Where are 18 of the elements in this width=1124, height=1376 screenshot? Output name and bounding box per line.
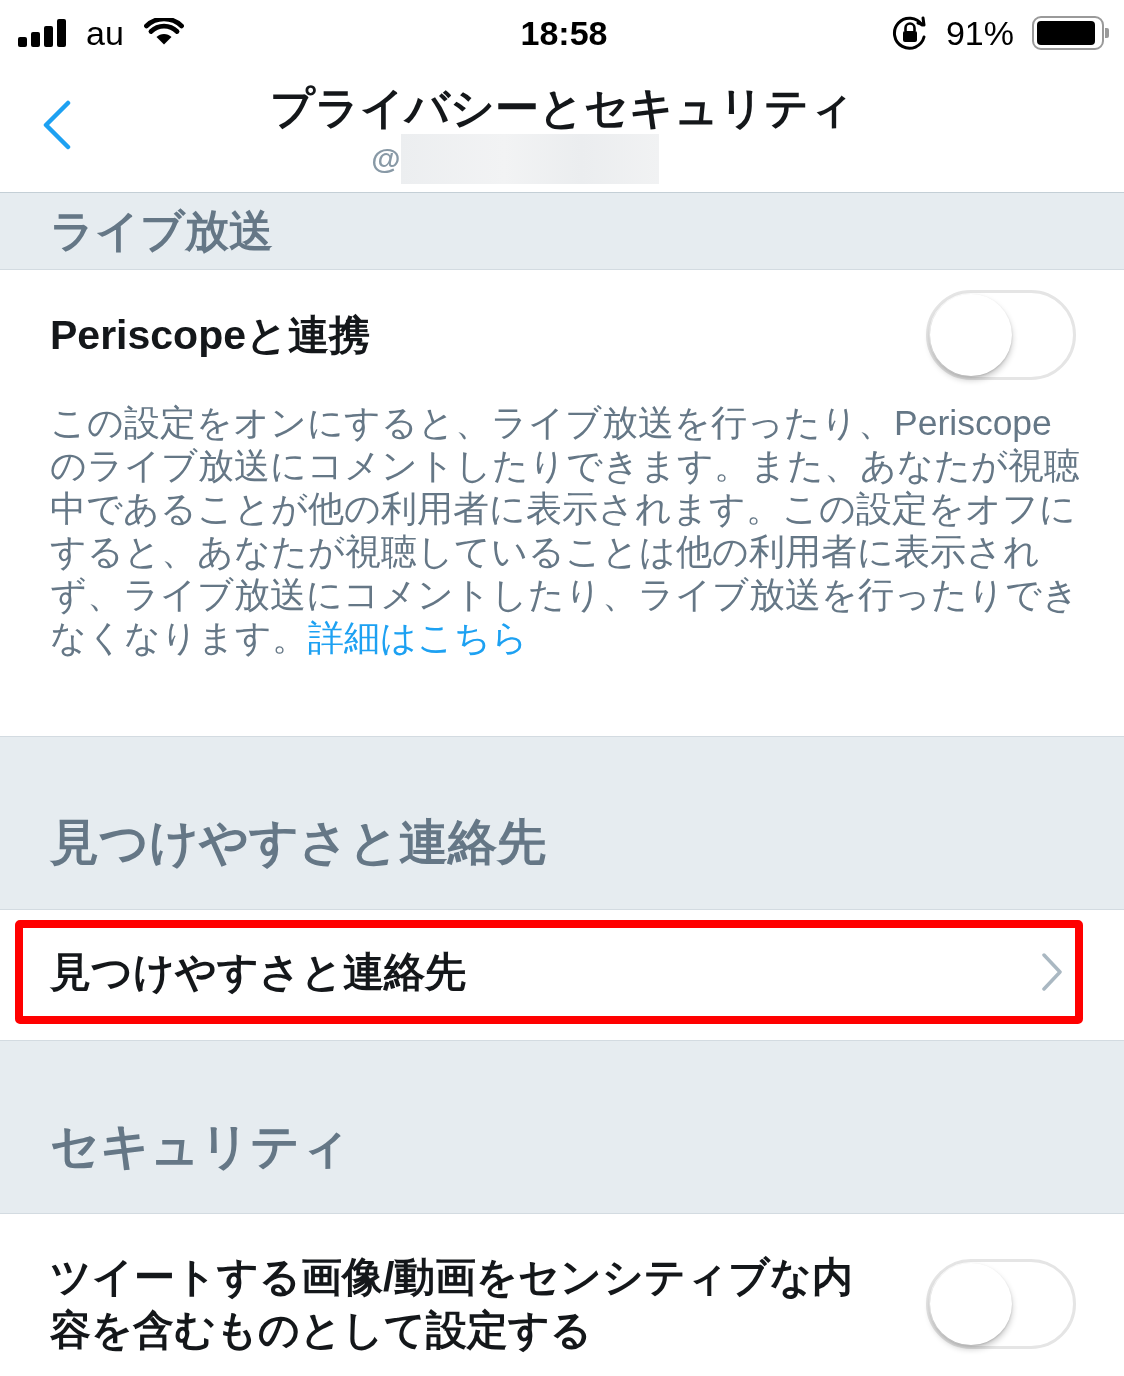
section-header: セキュリティ xyxy=(0,1040,1124,1214)
chevron-left-icon xyxy=(42,100,72,150)
back-button[interactable] xyxy=(42,100,72,150)
setting-label: Periscopeと連携 xyxy=(50,310,370,360)
username-text: @ xyxy=(371,141,401,177)
setting-description: この設定をオンにすると、ライブ放送を行ったり、Periscopeのライブ放送にコメントしたりできます。また、あなたが視聴中であることが他の利用者に表示されます。この設定をオフにすると、あなたが視聴していることは他の利用者に表示されず、ライブ放送にコメントしたり、ライブ放送を行ったりできなくなります。詳細はこちら xyxy=(50,402,1081,660)
carrier-name: au xyxy=(86,12,124,53)
status-time: 18:58 xyxy=(520,12,608,53)
section-header: 見つけやすさと連絡先 xyxy=(0,736,1124,910)
signal-icon xyxy=(18,18,66,47)
orientation-lock-icon xyxy=(891,14,928,51)
settings-row[interactable]: 見つけやすさと連絡先 xyxy=(23,928,1075,1016)
setting-label: ツイートする画像/動画をセンシティブな内容を含むものとして設定する xyxy=(50,1253,855,1355)
chevron-right-icon xyxy=(1042,953,1062,991)
screen-title: プライバシーとセキュリティ xyxy=(270,82,854,134)
battery-icon xyxy=(1032,15,1110,50)
section-header: ライブ放送 xyxy=(0,193,1124,270)
battery-percentage: 91% xyxy=(945,12,1014,53)
